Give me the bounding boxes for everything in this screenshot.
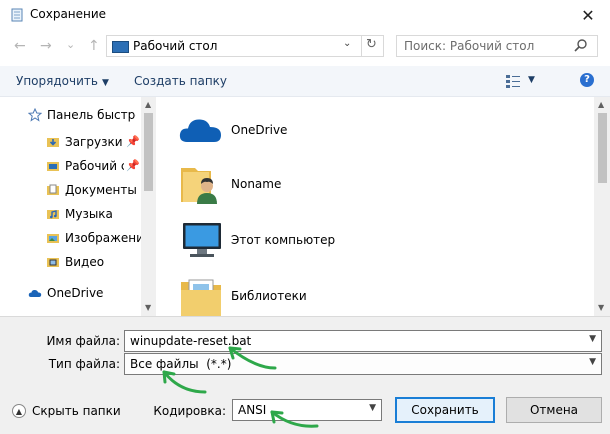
scroll-down-icon[interactable]: ▼: [145, 303, 151, 312]
star-icon: [28, 108, 42, 122]
content-scrollbar[interactable]: ▲ ▼: [594, 97, 610, 316]
annotation-arrow-filename: [228, 346, 277, 370]
desktop-icon: [112, 41, 129, 53]
caret-down-icon: ▼: [101, 78, 109, 88]
nav-item-label: Загрузки: [65, 135, 123, 149]
downloads-folder-icon: [47, 138, 59, 147]
view-options-icon[interactable]: [505, 73, 521, 89]
list-item-onedrive[interactable]: OneDrive: [177, 105, 287, 155]
search-placeholder: Поиск: Рабочий стол: [404, 39, 535, 53]
scroll-up-icon[interactable]: ▲: [145, 100, 151, 109]
nav-item-label: Панель быстрого доступа: [47, 108, 136, 122]
documents-folder-icon: [47, 184, 59, 195]
annotation-arrow-encoding: [270, 410, 319, 428]
help-icon[interactable]: ?: [580, 73, 594, 87]
close-button[interactable]: ✕: [576, 4, 600, 26]
filename-input[interactable]: winupdate-reset.bat ▼: [124, 330, 602, 352]
toolbar: Упорядочить ▼ Создать папку ▼ ?: [0, 66, 610, 97]
file-label: Библиотеки: [231, 289, 307, 303]
title-bar: Сохранение ✕: [0, 0, 610, 30]
navpane-scroll-thumb[interactable]: [144, 113, 153, 191]
view-dropdown-icon[interactable]: ▼: [528, 75, 535, 85]
chevron-up-icon: ▲: [12, 404, 26, 418]
new-folder-button[interactable]: Создать папку: [134, 74, 227, 88]
list-item-libraries[interactable]: Библиотеки: [177, 271, 307, 321]
recent-locations-icon[interactable]: ⌄: [66, 38, 75, 51]
scroll-up-icon[interactable]: ▲: [598, 100, 604, 109]
nav-item-label: Музыка: [65, 207, 113, 221]
nav-item-label: OneDrive: [47, 286, 104, 300]
address-path: Рабочий стол: [133, 39, 218, 53]
search-input[interactable]: Поиск: Рабочий стол: [396, 35, 598, 57]
nav-item-pictures[interactable]: Изображения: [46, 228, 142, 248]
hide-folders-label: Скрыть папки: [32, 404, 121, 418]
file-label: OneDrive: [231, 123, 288, 137]
organize-menu[interactable]: Упорядочить ▼: [16, 74, 109, 88]
notepad-icon: [11, 8, 23, 22]
annotation-arrow-filetype: [162, 370, 207, 394]
nav-item-quick-access[interactable]: Панель быстрого доступа: [28, 105, 136, 125]
onedrive-icon: [179, 119, 221, 142]
file-list: OneDrive Noname Этот компьютер Библиотек…: [157, 97, 610, 316]
chevron-down-icon[interactable]: ▼: [369, 403, 376, 413]
back-arrow-icon[interactable]: ←: [14, 38, 26, 54]
onedrive-cloud-icon: [28, 289, 42, 297]
computer-icon: [183, 223, 221, 257]
filetype-label: Тип файла:: [48, 357, 120, 371]
nav-item-label: Видео: [65, 255, 105, 269]
filename-label: Имя файла:: [46, 334, 120, 348]
pin-icon[interactable]: 📌: [126, 159, 140, 172]
chevron-down-icon[interactable]: ⌄: [343, 38, 351, 49]
nav-item-videos[interactable]: Видео: [46, 252, 104, 272]
list-item-user-folder[interactable]: Noname: [177, 159, 281, 209]
search-icon[interactable]: [573, 38, 589, 54]
cancel-button[interactable]: Отмена: [506, 397, 602, 423]
save-button[interactable]: Сохранить: [395, 397, 495, 423]
window-title: Сохранение: [30, 7, 107, 21]
encoding-label: Кодировка:: [153, 404, 226, 418]
nav-item-label: Рабочий стол: [65, 159, 124, 173]
file-label: Noname: [231, 177, 282, 191]
content-scroll-thumb[interactable]: [598, 113, 607, 183]
organize-label: Упорядочить: [16, 74, 98, 88]
libraries-icon: [181, 279, 221, 316]
nav-item-music[interactable]: Музыка: [46, 204, 113, 224]
user-folder-icon: [181, 168, 217, 204]
nav-item-documents[interactable]: Документы: [46, 180, 137, 200]
forward-arrow-icon[interactable]: →: [40, 38, 52, 54]
pictures-folder-icon: [47, 234, 59, 243]
nav-item-downloads[interactable]: Загрузки: [46, 132, 123, 152]
nav-item-desktop[interactable]: Рабочий стол: [46, 156, 124, 176]
navigation-pane: Панель быстрого доступа Загрузки 📌 Рабоч…: [0, 97, 156, 316]
up-arrow-icon[interactable]: ↑: [88, 38, 100, 54]
music-folder-icon: [47, 210, 59, 219]
chevron-down-icon[interactable]: ▼: [589, 334, 596, 344]
videos-folder-icon: [47, 258, 59, 267]
file-label: Этот компьютер: [231, 233, 336, 247]
navpane-scrollbar[interactable]: ▲ ▼: [141, 97, 156, 316]
close-icon: ✕: [581, 5, 595, 25]
address-separator: [361, 36, 362, 56]
scroll-down-icon[interactable]: ▼: [598, 303, 604, 312]
refresh-icon[interactable]: ↻: [366, 37, 377, 52]
nav-item-onedrive[interactable]: OneDrive: [28, 283, 103, 303]
nav-item-label: Документы: [65, 183, 137, 197]
desktop-folder-icon: [47, 162, 59, 171]
nav-item-label: Изображения: [65, 231, 142, 245]
hide-folders-button[interactable]: ▲ Скрыть папки: [12, 404, 121, 418]
save-dialog: Сохранение ✕ ← → ⌄ ↑ Рабочий стол ⌄ ↻ По…: [0, 0, 610, 434]
pin-icon[interactable]: 📌: [126, 135, 140, 148]
address-bar[interactable]: Рабочий стол ⌄ ↻: [106, 35, 384, 57]
chevron-down-icon[interactable]: ▼: [589, 357, 596, 367]
list-item-this-pc[interactable]: Этот компьютер: [177, 215, 335, 265]
